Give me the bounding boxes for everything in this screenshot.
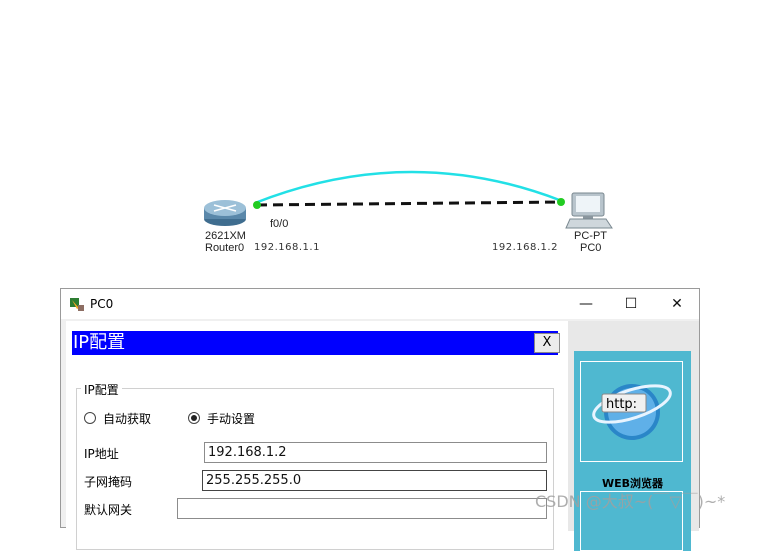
static-radio-selected-dot xyxy=(191,415,197,421)
watermark-text: CSDN @大叔~(￣▽￣)~* xyxy=(535,492,726,511)
ip-config-group-title: IP配置 xyxy=(81,381,122,398)
subnet-mask-field[interactable]: 255.255.255.0 xyxy=(202,470,547,491)
web-browser-tile[interactable]: http: WEB浏览器 xyxy=(574,351,691,551)
pc-icon[interactable] xyxy=(565,192,613,229)
default-gateway-label: 默认网关 xyxy=(84,503,133,517)
ip-config-header-title: IP配置 xyxy=(73,332,126,353)
ip-config-header: IP配置 X xyxy=(72,331,560,355)
pc-name-label: PC0 xyxy=(580,242,602,254)
close-window-button[interactable]: ✕ xyxy=(665,293,689,315)
router-icon[interactable] xyxy=(204,200,246,226)
close-panel-button[interactable]: X xyxy=(534,333,560,353)
ip-config-panel: IP配置 X IP配置 自动获取 手动设置 IP地址 192.168.1.2 子… xyxy=(66,321,568,550)
subnet-mask-label: 子网掩码 xyxy=(84,475,133,489)
router-name-label: Router0 xyxy=(205,242,245,254)
static-radio[interactable] xyxy=(188,412,200,424)
router-port-indicator xyxy=(253,201,261,209)
ip-address-label: IP地址 xyxy=(84,447,119,461)
window-title: PC0 xyxy=(90,297,114,311)
dhcp-radio-label[interactable]: 自动获取 xyxy=(103,410,151,427)
web-browser-icon-text: http: xyxy=(606,397,637,412)
ip-address-field[interactable]: 192.168.1.2 xyxy=(204,442,547,463)
pc-app-icon xyxy=(70,298,84,311)
topology-canvas xyxy=(204,170,613,229)
pc-ip-label: 192.168.1.2 xyxy=(492,242,558,253)
ethernet-link-line[interactable] xyxy=(256,200,563,207)
pc-port-indicator xyxy=(557,198,565,206)
dhcp-radio[interactable] xyxy=(84,412,96,424)
static-radio-label[interactable]: 手动设置 xyxy=(207,410,255,427)
web-browser-icon: http: xyxy=(592,384,672,440)
maximize-button[interactable]: ☐ xyxy=(619,293,643,315)
router-model-label: 2621XM xyxy=(205,230,246,242)
web-browser-icon-frame: http: xyxy=(580,361,683,462)
pc-model-label: PC-PT xyxy=(574,230,607,242)
minimize-button[interactable]: — xyxy=(574,293,598,315)
router-port-label: f0/0 xyxy=(270,218,289,230)
default-gateway-field[interactable] xyxy=(177,498,547,519)
window-titlebar[interactable]: PC0 — ☐ ✕ xyxy=(61,289,699,319)
router-ip-label: 192.168.1.1 xyxy=(254,242,320,253)
cyan-link-line xyxy=(254,170,563,205)
